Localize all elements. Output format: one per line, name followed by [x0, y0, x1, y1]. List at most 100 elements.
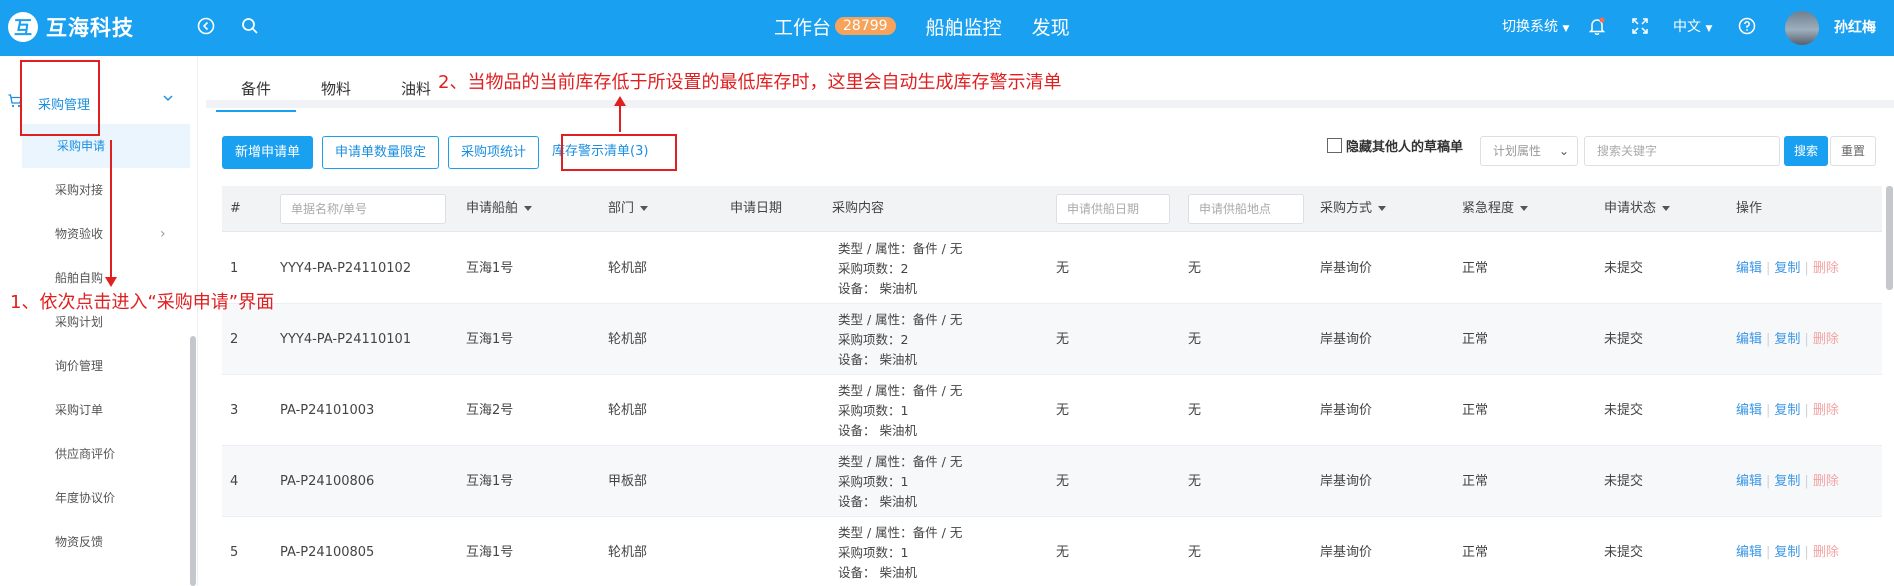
row-method: 岸基询价	[1320, 403, 1373, 418]
row-index: 5	[230, 545, 239, 560]
delete-link[interactable]: 删除	[1813, 261, 1839, 276]
item-stats-button[interactable]: 采购项统计	[448, 136, 540, 169]
copy-link[interactable]: 复制	[1774, 261, 1800, 276]
row-urgency: 正常	[1462, 261, 1489, 276]
delete-link[interactable]: 删除	[1813, 403, 1839, 418]
search-icon[interactable]	[238, 14, 262, 38]
annotation-step2: 2、当物品的当前库存低于所设置的最低库存时，这里会自动生成库存警示清单	[438, 72, 1062, 93]
logo[interactable]: 互 互海科技	[8, 12, 134, 42]
delete-link[interactable]: 删除	[1813, 332, 1839, 347]
col-status[interactable]: 申请状态	[1604, 186, 1671, 232]
edit-link[interactable]: 编辑	[1736, 545, 1762, 560]
edit-link[interactable]: 编辑	[1736, 474, 1762, 489]
qty-limit-button[interactable]: 申请单数量限定	[322, 136, 440, 169]
keyword-search-input[interactable]: 搜索关键字	[1584, 136, 1780, 166]
switch-system-label: 切换系统	[1502, 19, 1558, 35]
search-action[interactable]: 搜索	[1784, 136, 1829, 166]
back-icon[interactable]	[194, 14, 218, 38]
row-supply-place: 无	[1188, 261, 1202, 276]
nav-ship-monitor[interactable]: 船舶监控	[926, 13, 1002, 40]
row-index: 3	[230, 403, 239, 418]
supply-date-filter-input[interactable]: 申请供船日期	[1056, 194, 1170, 224]
reset-action[interactable]: 重置	[1830, 136, 1877, 166]
sidebar-item-feedback[interactable]: 物资反馈	[0, 520, 190, 564]
col-dept[interactable]: 部门	[608, 186, 649, 232]
bell-icon[interactable]	[1585, 14, 1609, 38]
doc-name-filter-input[interactable]: 单据名称/单号	[280, 194, 446, 224]
row-doc-number[interactable]: PA-P24100806	[280, 446, 374, 517]
row-doc-number[interactable]: YYY4-PA-P24110101	[280, 304, 411, 375]
chevron-down-icon	[162, 92, 174, 108]
plan-attr-select[interactable]: 计划属性 ⌄	[1480, 136, 1578, 166]
row-status: 未提交	[1604, 545, 1644, 560]
caret-down-icon: ▼	[1562, 24, 1570, 34]
row-ship: 互海1号	[466, 474, 514, 489]
col-ship-label: 申请船舶	[466, 201, 519, 216]
table-row[interactable]: 5 PA-P24100805 互海1号 轮机部 类型 / 属性：备件 / 无采购项数：1…	[222, 517, 1882, 586]
hide-drafts-filter[interactable]: 隐藏其他人的草稿单	[1327, 136, 1463, 155]
delete-link[interactable]: 删除	[1813, 474, 1839, 489]
copy-link[interactable]: 复制	[1774, 545, 1800, 560]
caret-down-icon	[640, 206, 649, 211]
row-content-type: 类型 / 属性：备件 / 无	[838, 312, 963, 327]
annotation-line-1	[110, 140, 112, 285]
table-row[interactable]: 1 YYY4-PA-P24110102 互海1号 轮机部 类型 / 属性：备件 / 无采…	[222, 233, 1882, 304]
row-dept: 甲板部	[608, 474, 648, 489]
help-icon[interactable]	[1735, 14, 1759, 38]
supply-place-filter-input[interactable]: 申请供船地点	[1188, 194, 1304, 224]
nav-workbench-label: 工作台	[774, 16, 832, 39]
search-button[interactable]: 搜索	[1784, 136, 1829, 166]
row-dept: 轮机部	[608, 545, 648, 560]
col-date: 申请日期	[730, 201, 783, 216]
language-menu[interactable]: 中文 ▼	[1673, 16, 1712, 36]
new-request-button[interactable]: 新增申请单	[222, 136, 314, 169]
hide-drafts-checkbox[interactable]	[1327, 138, 1342, 153]
nav-workbench[interactable]: 工作台 28799	[774, 13, 896, 40]
col-method[interactable]: 采购方式	[1320, 186, 1387, 232]
row-supply-date: 无	[1056, 403, 1070, 418]
sidebar-item-supplier-eval[interactable]: 供应商评价	[0, 432, 190, 476]
sidebar-item-purchase-order[interactable]: 采购订单	[0, 388, 190, 432]
row-content-count: 采购项数：1	[838, 545, 909, 560]
edit-link[interactable]: 编辑	[1736, 403, 1762, 418]
row-actions: 编辑 | 复制 | 删除	[1736, 233, 1839, 304]
row-doc-number[interactable]: PA-P24100805	[280, 517, 374, 586]
row-status: 未提交	[1604, 332, 1644, 347]
sidebar-item-annual-price[interactable]: 年度协议价	[0, 476, 190, 520]
row-index: 4	[230, 474, 239, 489]
switch-system-menu[interactable]: 切换系统 ▼	[1502, 16, 1569, 36]
table-scrollbar[interactable]	[1886, 186, 1893, 290]
copy-link[interactable]: 复制	[1774, 474, 1800, 489]
sidebar-item-acceptance[interactable]: 物资验收 ›	[0, 212, 190, 256]
copy-link[interactable]: 复制	[1774, 332, 1800, 347]
copy-link[interactable]: 复制	[1774, 403, 1800, 418]
reset-button[interactable]: 重置	[1830, 136, 1877, 166]
delete-link[interactable]: 删除	[1813, 545, 1839, 560]
sidebar-scrollbar[interactable]	[190, 336, 196, 586]
nav-discover[interactable]: 发现	[1032, 13, 1070, 40]
keyword-search[interactable]: 搜索关键字	[1584, 136, 1780, 166]
row-content-type: 类型 / 属性：备件 / 无	[838, 241, 963, 256]
user-name[interactable]: 孙红梅	[1834, 17, 1876, 37]
col-status-label: 申请状态	[1604, 201, 1657, 216]
table-row[interactable]: 3 PA-P24101003 互海2号 轮机部 类型 / 属性：备件 / 无采购项数：1…	[222, 375, 1882, 446]
row-doc-number[interactable]: YYY4-PA-P24110102	[280, 233, 411, 304]
col-ship[interactable]: 申请船舶	[466, 186, 533, 232]
table-row[interactable]: 4 PA-P24100806 互海1号 甲板部 类型 / 属性：备件 / 无采购项数：1…	[222, 446, 1882, 517]
avatar[interactable]	[1785, 11, 1819, 45]
sidebar-item-purchase-docking[interactable]: 采购对接	[0, 168, 190, 212]
divider: |	[1766, 261, 1771, 276]
divider: |	[1766, 332, 1771, 347]
row-actions: 编辑 | 复制 | 删除	[1736, 446, 1839, 517]
table-row[interactable]: 2 YYY4-PA-P24110101 互海1号 轮机部 类型 / 属性：备件 / 无采…	[222, 304, 1882, 375]
edit-link[interactable]: 编辑	[1736, 332, 1762, 347]
sidebar-item-inquiry[interactable]: 询价管理	[0, 344, 190, 388]
caret-down-icon	[1662, 206, 1671, 211]
col-urgency[interactable]: 紧急程度	[1462, 186, 1529, 232]
divider: |	[1804, 403, 1809, 418]
row-doc-number[interactable]: PA-P24101003	[280, 375, 374, 446]
row-actions: 编辑 | 复制 | 删除	[1736, 375, 1839, 446]
edit-link[interactable]: 编辑	[1736, 261, 1762, 276]
fullscreen-icon[interactable]	[1628, 14, 1652, 38]
row-supply-date: 无	[1056, 261, 1070, 276]
